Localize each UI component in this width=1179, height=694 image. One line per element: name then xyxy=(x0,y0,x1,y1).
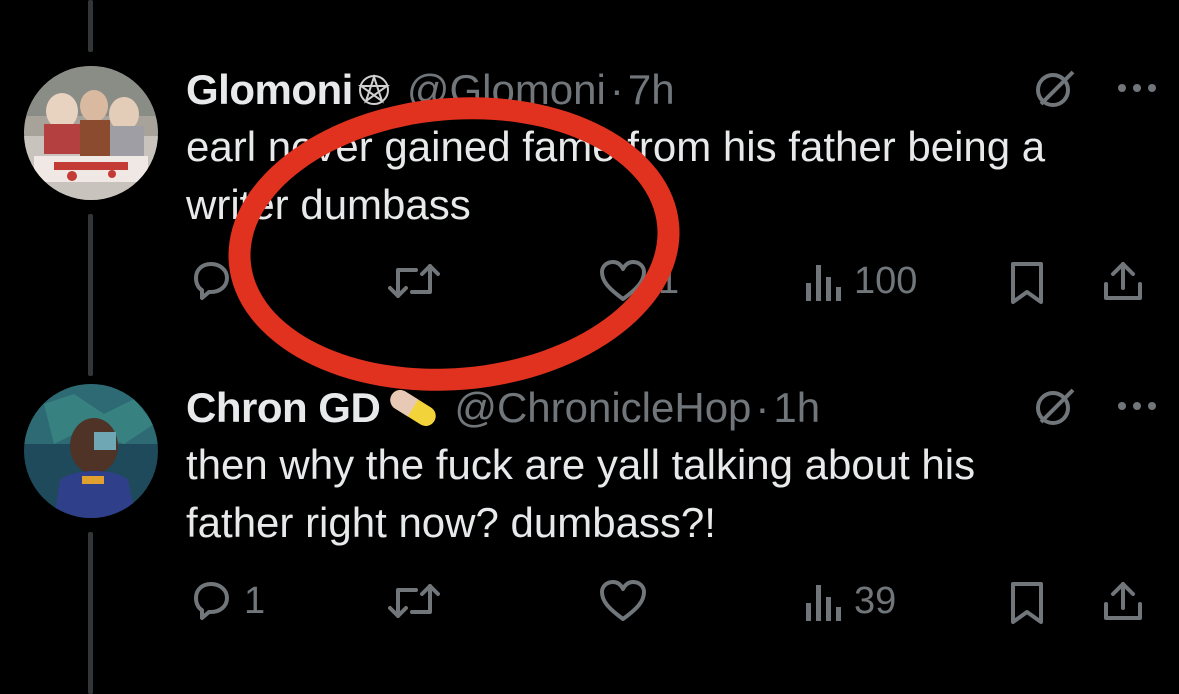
like-button[interactable]: 1 xyxy=(598,258,679,304)
grok-icon[interactable] xyxy=(1033,66,1077,115)
retweet-button[interactable] xyxy=(386,580,452,622)
tweet-text-line: then why the fuck are yall talking about… xyxy=(186,441,976,488)
view-count: 39 xyxy=(854,580,897,622)
tweet-top-icons xyxy=(1033,380,1157,436)
handle[interactable]: @Glomoni xyxy=(407,66,606,114)
views-icon xyxy=(806,584,841,621)
retweet-icon xyxy=(388,264,440,298)
more-options-icon[interactable] xyxy=(1117,81,1157,99)
separator: · xyxy=(609,66,624,113)
bookmark-icon xyxy=(1011,582,1043,624)
display-name[interactable]: Glomoni xyxy=(186,66,353,114)
tweet-text: then why the fuck are yall talking about… xyxy=(186,436,975,552)
display-name[interactable]: Chron GD xyxy=(186,384,381,432)
retweet-button[interactable] xyxy=(386,260,452,302)
heart-icon xyxy=(600,580,646,621)
avatar[interactable] xyxy=(24,384,158,518)
like-count: 1 xyxy=(658,259,680,302)
tweet-glomoni[interactable]: Glomoni @Glomoni · 7h earl never gained … xyxy=(0,62,1179,322)
tweet-text-line: father right now? dumbass?! xyxy=(186,499,716,546)
tweet-text-line: earl never gained fame from his father b… xyxy=(186,123,1046,170)
pill-icon xyxy=(384,388,442,428)
view-count: 100 xyxy=(854,260,918,302)
share-button[interactable] xyxy=(1100,258,1146,304)
reply-icon xyxy=(194,262,229,300)
tweet-header: Glomoni @Glomoni · 7h xyxy=(186,62,675,118)
tweet-text: earl never gained fame from his father b… xyxy=(186,118,1045,234)
tweet-top-icons xyxy=(1033,62,1157,118)
timestamp[interactable]: 1h xyxy=(773,384,820,432)
bookmark-button[interactable] xyxy=(1008,260,1046,306)
retweet-icon xyxy=(388,584,440,618)
views-button[interactable]: 100 xyxy=(804,260,917,303)
avatar[interactable] xyxy=(24,66,158,200)
reply-button[interactable] xyxy=(188,258,244,304)
share-icon xyxy=(1104,262,1142,300)
reply-icon xyxy=(194,582,229,620)
pentagram-icon xyxy=(357,73,391,107)
separator: · xyxy=(755,384,770,431)
handle[interactable]: @ChronicleHop xyxy=(454,384,751,432)
views-icon xyxy=(806,264,841,301)
reply-button[interactable]: 1 xyxy=(188,578,265,624)
tweet-text-line: writer dumbass xyxy=(186,181,471,228)
tweet-chronicle[interactable]: Chron GD @ChronicleHop · 1h then why the… xyxy=(0,380,1179,650)
bookmark-icon xyxy=(1011,262,1043,304)
timestamp[interactable]: 7h xyxy=(628,66,675,114)
bookmark-button[interactable] xyxy=(1008,580,1046,626)
thread-line-top xyxy=(88,0,93,52)
heart-icon xyxy=(600,260,646,301)
share-button[interactable] xyxy=(1100,578,1146,624)
like-button[interactable] xyxy=(598,578,658,624)
more-options-icon[interactable] xyxy=(1117,399,1157,417)
views-button[interactable]: 39 xyxy=(804,580,896,623)
reply-count: 1 xyxy=(244,579,266,622)
tweet-header: Chron GD @ChronicleHop · 1h xyxy=(186,380,820,436)
grok-icon[interactable] xyxy=(1033,384,1077,433)
share-icon xyxy=(1104,582,1142,620)
